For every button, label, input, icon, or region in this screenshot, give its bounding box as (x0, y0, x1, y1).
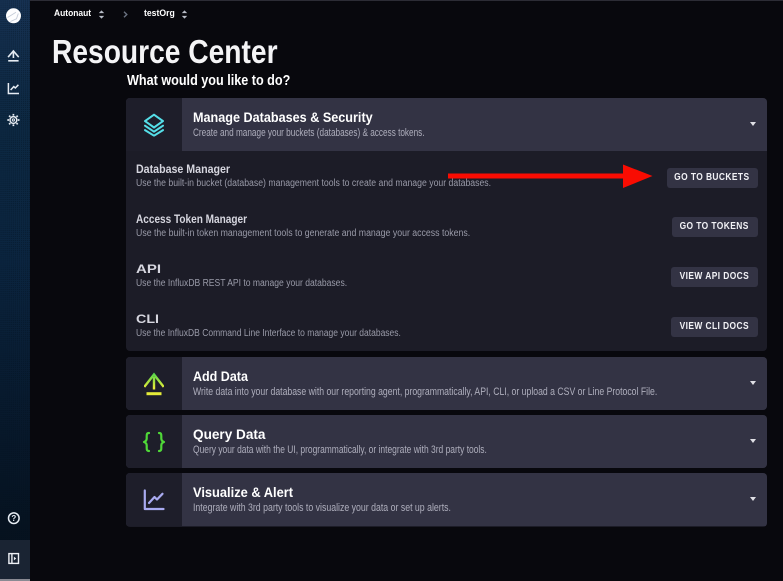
svg-text:?: ? (11, 514, 16, 523)
